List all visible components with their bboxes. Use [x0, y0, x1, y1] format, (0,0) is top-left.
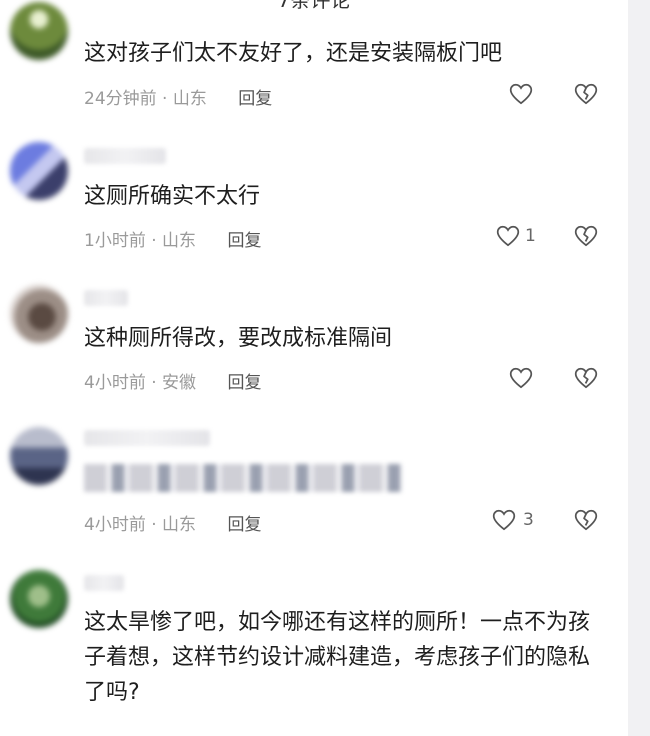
reply-button[interactable]: 回复	[227, 373, 261, 393]
broken-heart-icon	[573, 81, 599, 107]
comment-time: 4小时前	[84, 515, 146, 535]
meta-separator: ·	[151, 515, 157, 535]
username-blurred[interactable]	[84, 290, 128, 306]
comment-location: 安徽	[162, 373, 197, 393]
comment-meta: 1小时前 · 山东 回复	[84, 226, 261, 251]
comment-time: 24分钟前	[84, 89, 157, 109]
meta-separator: ·	[151, 373, 157, 393]
heart-icon	[491, 507, 517, 533]
broken-heart-icon	[573, 223, 599, 249]
like-button[interactable]	[508, 81, 540, 107]
comment-text-blurred	[84, 464, 402, 492]
meta-separator: ·	[151, 231, 157, 251]
comment-location: 山东	[162, 515, 197, 535]
heart-icon	[508, 81, 534, 107]
heart-icon	[495, 223, 521, 249]
reply-button[interactable]: 回复	[227, 515, 261, 535]
comment-text: 这厕所确实不太行	[84, 184, 261, 209]
broken-heart-icon	[573, 507, 599, 533]
reply-button[interactable]: 回复	[238, 89, 272, 109]
like-count: 3	[523, 510, 534, 530]
dislike-button[interactable]	[573, 365, 599, 391]
comment-text: 这太旱惨了吧，如今哪还有这样的厕所！一点不为孩子着想，这样节约设计减料建造，考虑…	[84, 610, 591, 705]
comment-location: 山东	[172, 89, 207, 109]
comment-time: 1小时前	[84, 231, 146, 251]
avatar[interactable]	[10, 285, 68, 343]
comment-time: 4小时前	[84, 373, 146, 393]
comment-panel: 7条评论 这对孩子们太不友好了，还是安装隔板门吧 24分钟前 · 山东 回复 这…	[0, 0, 628, 736]
comment-count-title: 7条评论	[277, 0, 351, 12]
scrollbar[interactable]	[628, 0, 650, 736]
username-blurred[interactable]	[84, 148, 166, 164]
avatar[interactable]	[10, 142, 68, 200]
meta-separator: ·	[162, 89, 168, 109]
dislike-button[interactable]	[573, 223, 599, 249]
comment-location: 山东	[162, 231, 197, 251]
comment-meta: 24分钟前 · 山东 回复	[84, 84, 272, 109]
broken-heart-icon	[573, 365, 599, 391]
like-button[interactable]	[508, 365, 534, 391]
comment-meta: 4小时前 · 山东 回复	[84, 510, 261, 535]
dislike-button[interactable]	[573, 507, 599, 533]
dislike-button[interactable]	[573, 81, 599, 107]
reply-button[interactable]: 回复	[227, 231, 261, 251]
comment-text: 这种厕所得改，要改成标准隔间	[84, 326, 393, 351]
avatar[interactable]	[10, 2, 68, 60]
heart-icon	[508, 365, 534, 391]
like-count: 1	[525, 226, 536, 246]
avatar[interactable]	[10, 570, 68, 628]
like-button[interactable]: 3	[491, 507, 534, 533]
comment-text: 这对孩子们太不友好了，还是安装隔板门吧	[84, 41, 503, 66]
username-blurred[interactable]	[84, 575, 124, 591]
comment-meta: 4小时前 · 安徽 回复	[84, 368, 261, 393]
username-blurred[interactable]	[84, 430, 210, 446]
like-button[interactable]: 1	[495, 223, 536, 249]
avatar[interactable]	[10, 427, 68, 485]
